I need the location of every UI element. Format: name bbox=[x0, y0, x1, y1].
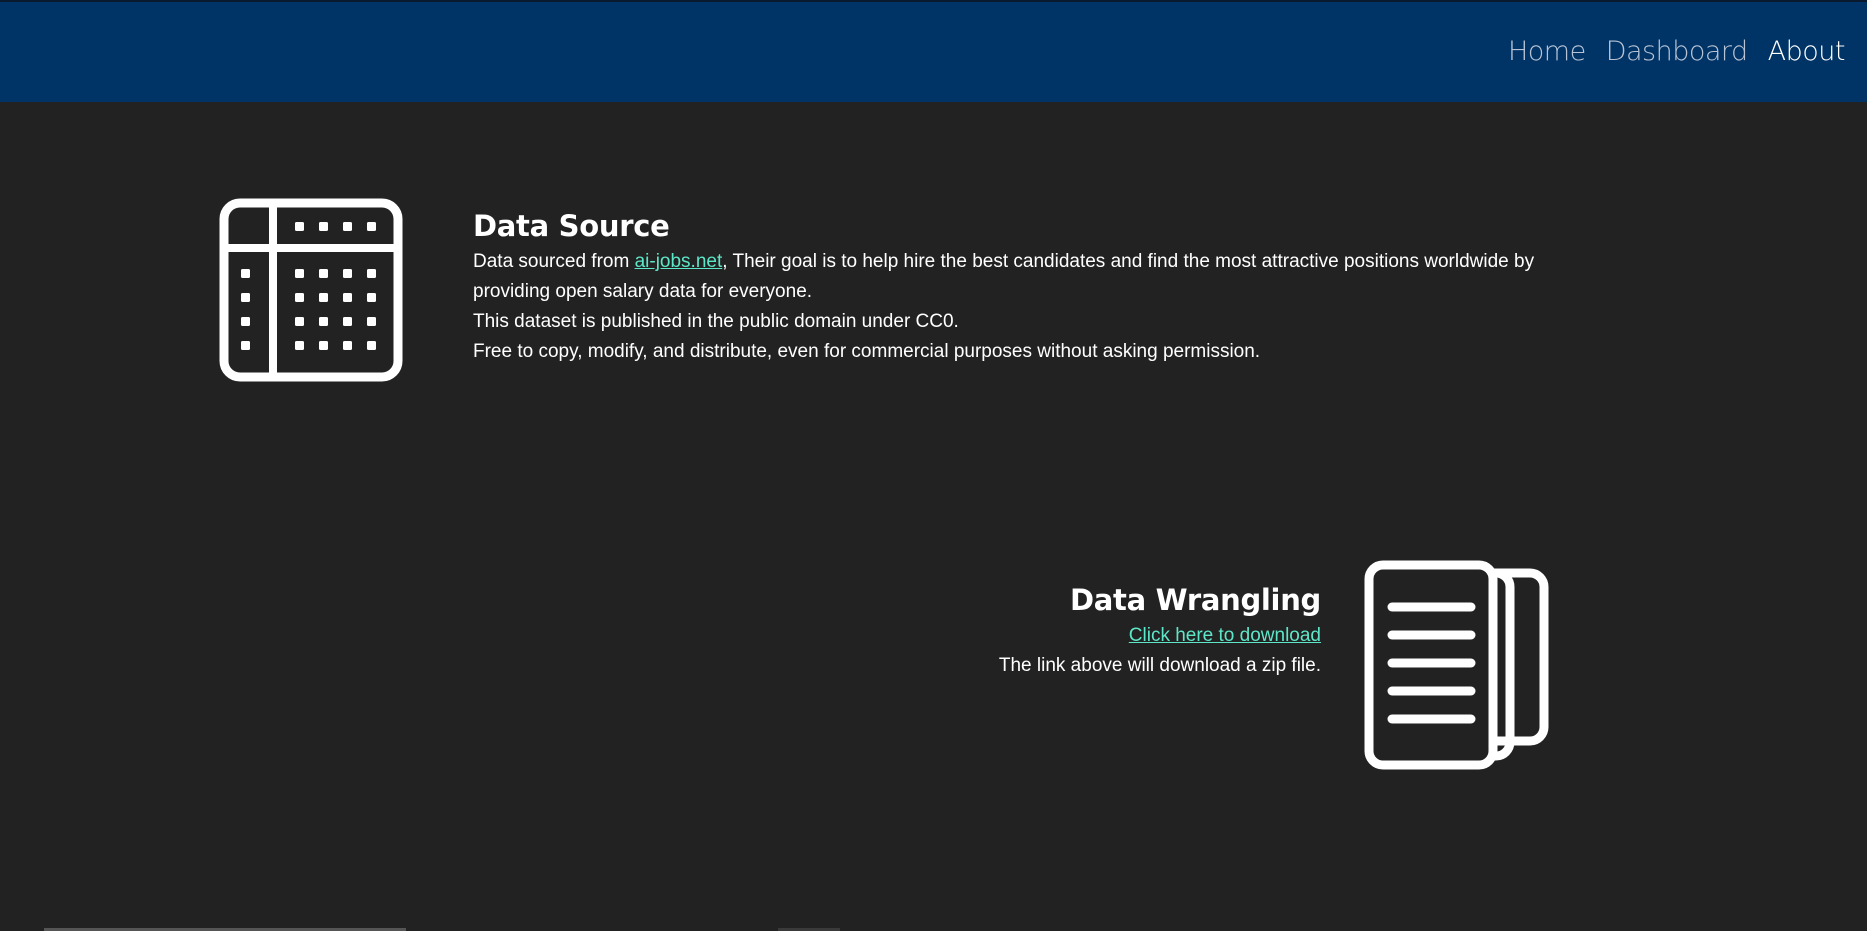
top-navbar: Home Dashboard About bbox=[0, 0, 1867, 102]
data-wrangling-section: Data Wrangling Click here to download Th… bbox=[621, 583, 1321, 681]
nav-dashboard-link[interactable]: Dashboard bbox=[1606, 36, 1748, 67]
data-wrangling-title: Data Wrangling bbox=[1069, 583, 1321, 617]
ai-jobs-link[interactable]: ai-jobs.net bbox=[635, 251, 723, 272]
documents-icon bbox=[1364, 560, 1549, 770]
nav-links: Home Dashboard About bbox=[1508, 36, 1846, 67]
permission-text: Free to copy, modify, and distribute, ev… bbox=[473, 341, 1261, 362]
download-link[interactable]: Click here to download bbox=[1129, 625, 1321, 646]
nav-about-link[interactable]: About bbox=[1768, 36, 1846, 67]
data-source-description: Data sourced from ai-jobs.net, Their goa… bbox=[473, 247, 1603, 367]
data-source-section: Data Source Data sourced from ai-jobs.ne… bbox=[473, 209, 1603, 367]
nav-home-link[interactable]: Home bbox=[1508, 36, 1586, 67]
data-source-title: Data Source bbox=[473, 209, 670, 243]
data-source-prefix: Data sourced from bbox=[473, 251, 635, 272]
license-text: This dataset is published in the public … bbox=[473, 311, 959, 332]
table-icon bbox=[219, 198, 403, 382]
download-note: The link above will download a zip file. bbox=[998, 655, 1321, 676]
